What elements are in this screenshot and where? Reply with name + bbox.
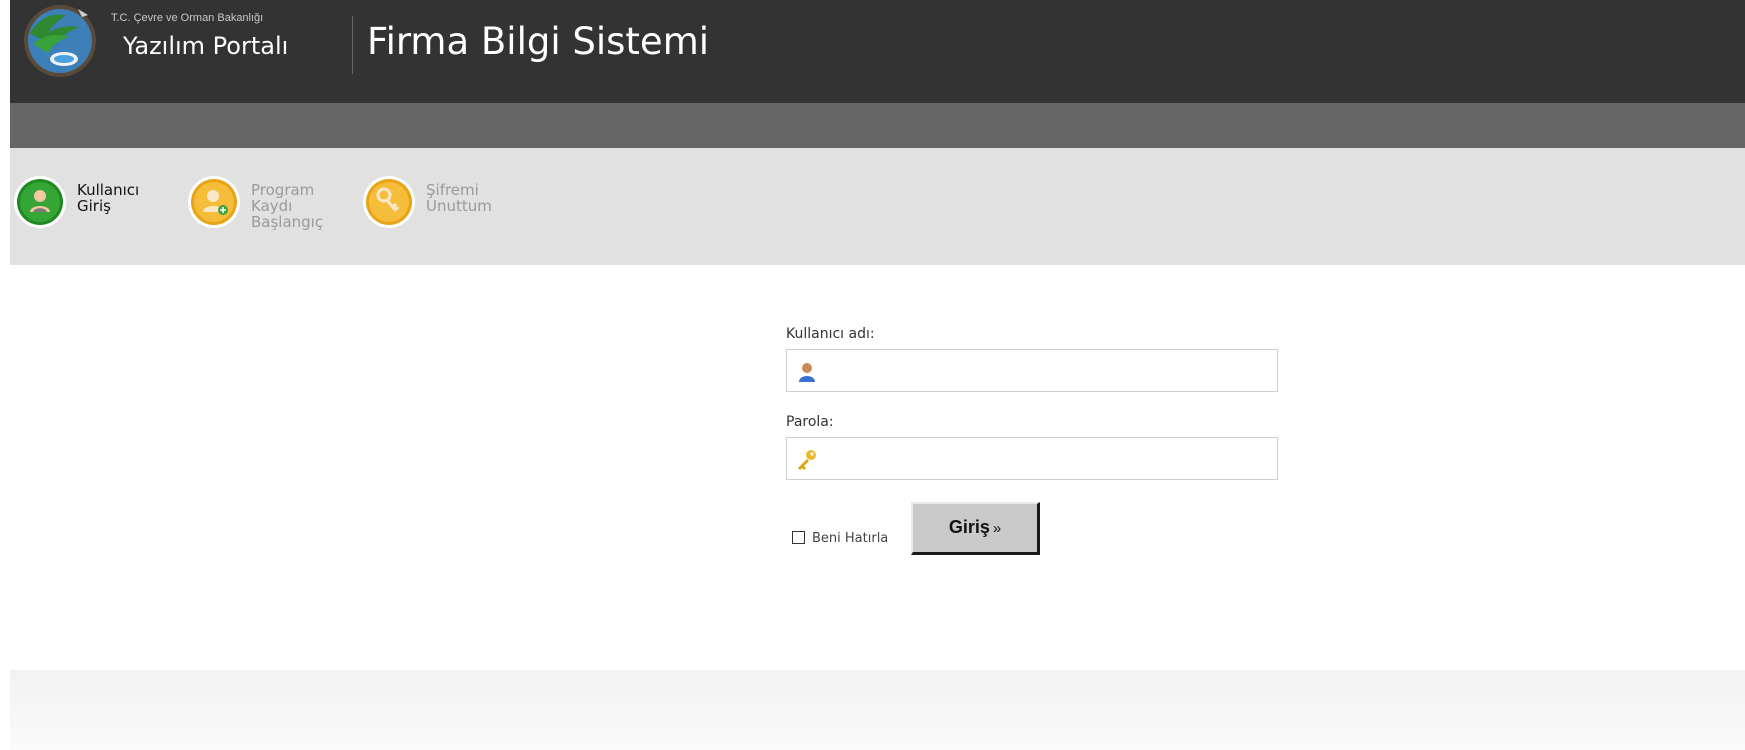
nav-label-forgot-password: Şifremi Unuttum xyxy=(426,181,492,215)
nav-toolbar: Kullanıcı Giriş Program Kaydı Başlangıç … xyxy=(10,148,1745,265)
user-add-icon xyxy=(188,176,240,228)
user-icon xyxy=(799,363,815,382)
key-icon xyxy=(363,176,415,228)
username-field-box xyxy=(786,349,1278,393)
username-input[interactable] xyxy=(825,350,1269,393)
password-label: Parola: xyxy=(786,414,834,430)
page-title: Firma Bilgi Sistemi xyxy=(367,20,710,63)
login-button-label: Giriş xyxy=(948,517,990,537)
footer-bar xyxy=(10,670,1745,750)
username-label: Kullanıcı adı: xyxy=(786,326,875,342)
sub-header-bar xyxy=(10,103,1745,148)
portal-name: Yazılım Portalı xyxy=(123,32,289,60)
remember-me-label: Beni Hatırla xyxy=(812,531,889,546)
header-divider xyxy=(352,16,353,74)
password-field-box xyxy=(786,437,1278,481)
nav-label-program-registration: Program Kaydı Başlangıç xyxy=(251,181,324,231)
app-header: T.C. Çevre ve Orman Bakanlığı Yazılım Po… xyxy=(10,0,1745,103)
nav-label-user-login: Kullanıcı Giriş xyxy=(77,181,140,215)
password-input[interactable] xyxy=(825,438,1269,481)
ministry-name: T.C. Çevre ve Orman Bakanlığı xyxy=(111,12,264,24)
remember-me-checkbox[interactable] xyxy=(792,531,805,544)
key-icon xyxy=(798,450,816,470)
user-login-icon xyxy=(14,176,66,228)
login-button[interactable]: Giriş» xyxy=(911,502,1040,555)
ministry-logo-icon xyxy=(24,5,96,77)
login-button-arrow: » xyxy=(992,520,1002,537)
